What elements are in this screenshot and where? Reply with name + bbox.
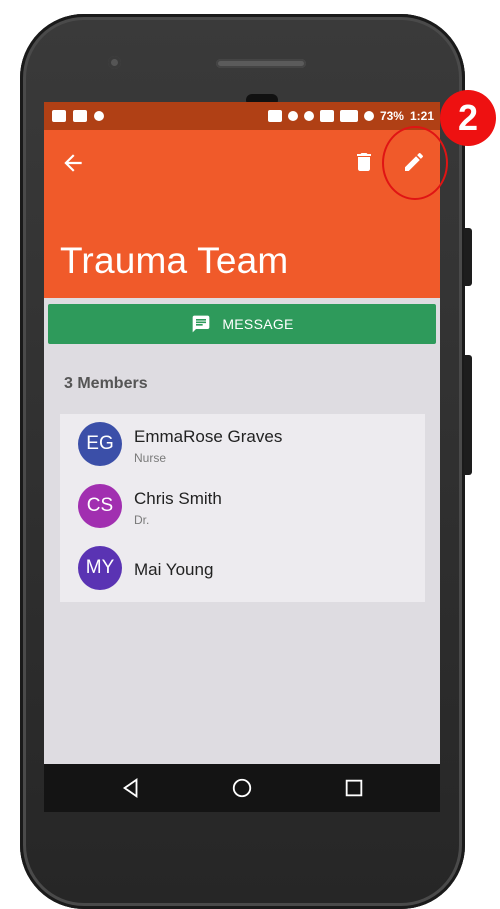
navigation-bar <box>44 764 440 812</box>
app-bar: Trauma Team <box>44 130 440 298</box>
members-list: EG EmmaRose Graves Nurse CS Chris Smith … <box>60 414 425 602</box>
missed-call-icon <box>94 111 104 121</box>
front-camera <box>108 56 121 69</box>
triangle-back-icon[interactable] <box>120 777 142 799</box>
annotation-circle <box>382 126 448 200</box>
avatar: CS <box>78 484 122 528</box>
volume-button <box>464 355 472 475</box>
status-bar: 73% 1:21 <box>44 102 440 130</box>
trash-icon[interactable] <box>352 150 376 174</box>
top-speaker <box>216 59 306 68</box>
wifi-icon <box>319 110 334 122</box>
notification-icon <box>52 110 66 122</box>
status-time: 1:21 <box>409 109 434 123</box>
member-name: Chris Smith <box>134 489 222 508</box>
battery-icon <box>363 111 374 121</box>
member-role: Dr. <box>134 513 150 527</box>
cast-icon <box>267 110 282 122</box>
power-button <box>464 228 472 286</box>
member-item[interactable]: MY Mai Young <box>60 538 425 600</box>
message-button-label: MESSAGE <box>222 316 294 332</box>
page-title: Trauma Team <box>60 240 289 281</box>
stage: 73% 1:21 Trauma Team MESSAGE 3 Members E… <box>0 0 500 909</box>
bluetooth-icon <box>287 111 298 121</box>
avatar: EG <box>78 422 122 466</box>
member-name: EmmaRose Graves <box>134 427 283 446</box>
android-icon <box>73 110 87 122</box>
vibrate-icon <box>303 111 314 121</box>
circle-home-icon[interactable] <box>231 777 253 799</box>
square-recents-icon[interactable] <box>343 777 365 799</box>
chat-icon <box>192 315 210 333</box>
member-role: Nurse <box>134 451 167 465</box>
battery-percent: 73% <box>379 109 404 123</box>
message-button[interactable]: MESSAGE <box>48 304 436 344</box>
signal-icon <box>339 110 358 122</box>
screen: 73% 1:21 Trauma Team MESSAGE 3 Members E… <box>44 102 440 812</box>
avatar: MY <box>78 546 122 590</box>
arrow-left-icon[interactable] <box>60 150 86 176</box>
member-item[interactable]: EG EmmaRose Graves Nurse <box>60 414 425 476</box>
step-badge: 2 <box>440 90 496 146</box>
member-item[interactable]: CS Chris Smith Dr. <box>60 476 425 538</box>
members-count: 3 Members <box>64 375 148 392</box>
member-name: Mai Young <box>134 560 214 579</box>
